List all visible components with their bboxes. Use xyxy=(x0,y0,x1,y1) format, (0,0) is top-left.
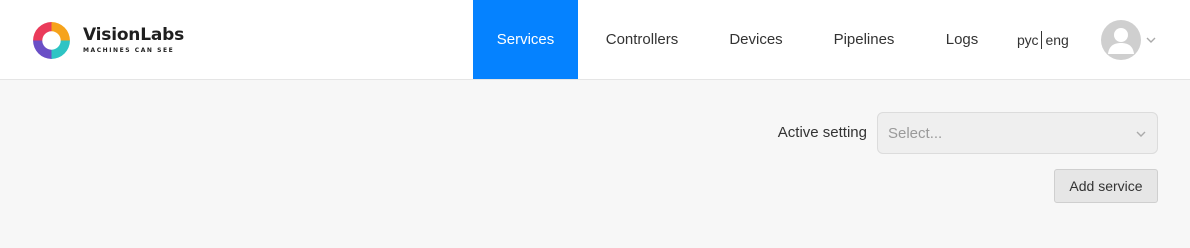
chevron-down-icon[interactable] xyxy=(1145,34,1157,46)
language-option-en[interactable]: eng xyxy=(1045,32,1068,48)
language-switcher: рус eng xyxy=(1017,30,1069,50)
nav-item-label: Pipelines xyxy=(833,31,895,48)
add-service-button[interactable]: Add service xyxy=(1054,169,1158,203)
nav-item-label: Controllers xyxy=(605,31,679,48)
user-menu[interactable] xyxy=(1101,19,1157,61)
nav-item-label: Logs xyxy=(945,31,979,48)
nav-item-pipelines[interactable]: Pipelines xyxy=(822,0,906,79)
active-setting-select[interactable]: Select... xyxy=(877,112,1158,154)
top-navigation-bar: VisionLabs MACHINES CAN SEE Services Con… xyxy=(0,0,1190,80)
language-option-ru[interactable]: рус xyxy=(1017,32,1038,48)
brand-logo[interactable]: VisionLabs MACHINES CAN SEE xyxy=(31,20,184,60)
language-divider xyxy=(1041,31,1043,49)
brand-text: VisionLabs MACHINES CAN SEE xyxy=(83,24,185,55)
brand-tagline: MACHINES CAN SEE xyxy=(83,46,175,54)
nav-item-services[interactable]: Services xyxy=(473,0,578,79)
user-silhouette-icon xyxy=(1108,28,1134,54)
chevron-down-icon xyxy=(1136,131,1146,137)
active-setting-label: Active setting xyxy=(777,124,867,141)
nav-item-label: Services xyxy=(496,31,555,48)
nav-item-logs[interactable]: Logs xyxy=(932,0,992,79)
nav-item-controllers[interactable]: Controllers xyxy=(592,0,692,79)
brand-name: VisionLabs xyxy=(83,24,185,45)
visionlabs-logo-icon xyxy=(33,21,70,59)
nav-item-devices[interactable]: Devices xyxy=(718,0,794,79)
user-avatar-icon[interactable] xyxy=(1101,20,1141,60)
select-placeholder: Select... xyxy=(888,124,943,142)
nav-item-label: Devices xyxy=(729,31,783,48)
